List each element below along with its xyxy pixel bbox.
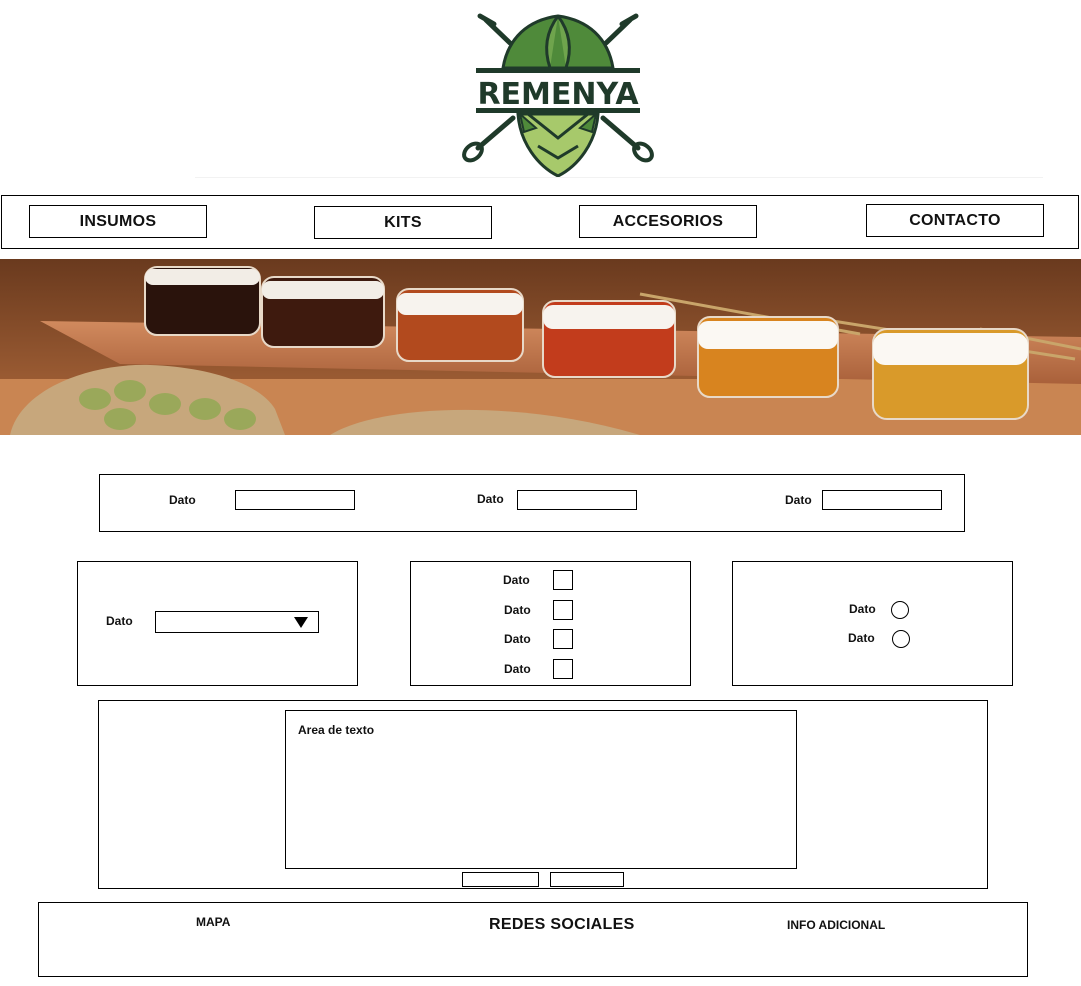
nav-kits-button[interactable]: KITS: [314, 206, 492, 239]
checkbox-label: Dato: [503, 573, 530, 587]
select-label: Dato: [106, 614, 133, 628]
dropdown-select[interactable]: [155, 611, 319, 633]
brand-logo[interactable]: REMENYA: [458, 8, 658, 180]
chevron-down-icon: [294, 617, 308, 628]
text-input-2[interactable]: [517, 490, 637, 510]
nav-kits-label: KITS: [384, 213, 422, 231]
footer-map[interactable]: MAPA: [196, 915, 230, 929]
radio-2[interactable]: [892, 630, 910, 648]
checkbox-panel: Dato Dato Dato Dato: [410, 561, 691, 686]
submit-button[interactable]: [462, 872, 539, 887]
footer: MAPA REDES SOCIALES INFO ADICIONAL: [38, 902, 1028, 977]
nav-contacto-button[interactable]: CONTACTO: [866, 204, 1044, 237]
radio-label: Dato: [849, 602, 876, 616]
footer-social[interactable]: REDES SOCIALES: [489, 916, 635, 934]
checkbox-4[interactable]: [553, 659, 573, 679]
field-label: Dato: [477, 492, 504, 506]
text-input-1[interactable]: [235, 490, 355, 510]
text-area[interactable]: Area de texto: [285, 710, 797, 869]
field-label: Dato: [169, 493, 196, 507]
nav-accesorios-label: ACCESORIOS: [612, 212, 724, 230]
radio-1[interactable]: [891, 601, 909, 619]
select-panel: Dato: [77, 561, 358, 686]
field-label: Dato: [785, 493, 812, 507]
checkbox-3[interactable]: [553, 629, 573, 649]
reset-button[interactable]: [550, 872, 624, 887]
checkbox-label: Dato: [504, 662, 531, 676]
nav-contacto-label: CONTACTO: [909, 211, 1001, 229]
hop-logo-icon: REMENYA: [462, 13, 654, 178]
brand-name: REMENYA: [477, 77, 639, 112]
textarea-placeholder: Area de texto: [298, 723, 375, 737]
nav-insumos-button[interactable]: INSUMOS: [29, 205, 207, 238]
footer-info[interactable]: INFO ADICIONAL: [787, 918, 885, 932]
text-fields-panel: Dato Dato Dato: [99, 474, 965, 532]
nav-accesorios-button[interactable]: ACCESORIOS: [579, 205, 757, 238]
checkbox-label: Dato: [504, 603, 531, 617]
text-input-3[interactable]: [822, 490, 942, 510]
header-divider: [195, 177, 1043, 178]
checkbox-2[interactable]: [553, 600, 573, 620]
main-nav: INSUMOS KITS ACCESORIOS CONTACTO: [1, 195, 1079, 249]
checkbox-label: Dato: [504, 632, 531, 646]
checkbox-1[interactable]: [553, 570, 573, 590]
radio-label: Dato: [848, 631, 875, 645]
nav-insumos-label: INSUMOS: [79, 212, 157, 230]
hero-banner-image: [0, 259, 1081, 435]
radio-panel: Dato Dato: [732, 561, 1013, 686]
textarea-panel: Area de texto: [98, 700, 988, 889]
